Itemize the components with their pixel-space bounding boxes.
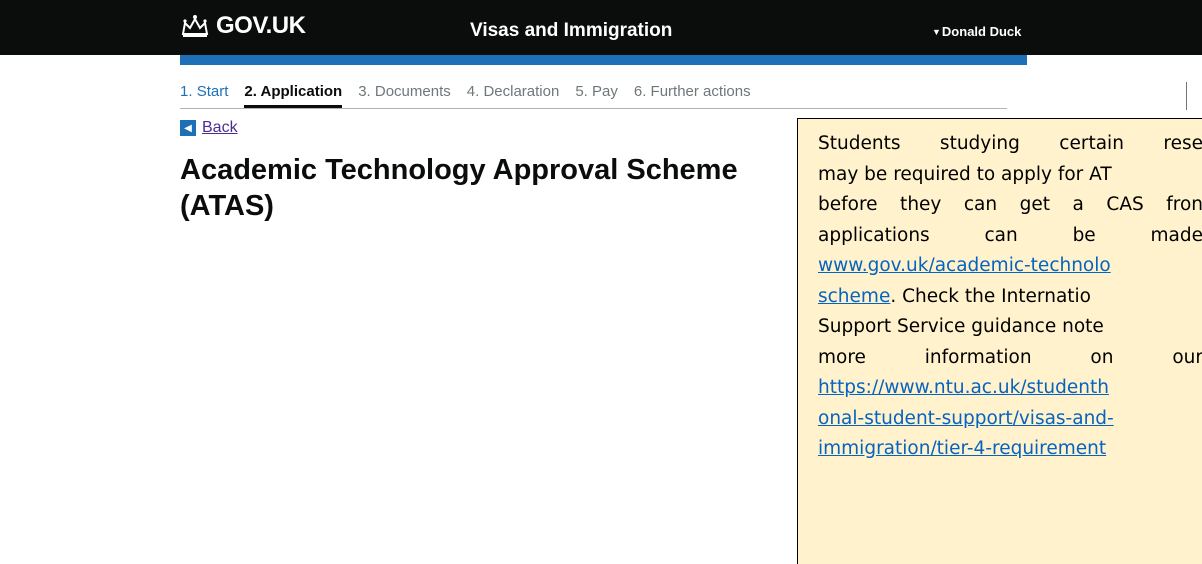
step-navigation: 1. Start 2. Application 3. Documents 4. … [180, 83, 767, 108]
caret-down-icon: ▼ [932, 26, 941, 37]
govuk-header: GOV.UK Visas and Immigration ▼ Donald Du… [0, 0, 1202, 55]
step-number: 1. [180, 83, 193, 100]
step-label: Start [196, 83, 229, 100]
step-documents: 3. Documents [358, 83, 451, 100]
note-link-gov-cont[interactable]: scheme [818, 286, 890, 307]
step-label: Pay [592, 83, 618, 100]
user-name: Donald Duck [941, 24, 1022, 39]
step-declaration: 4. Declaration [467, 83, 560, 100]
step-pay: 5. Pay [575, 83, 618, 100]
note-line: may be required to apply for AT [818, 163, 1112, 185]
step-further-actions: 6. Further actions [634, 83, 751, 100]
note-link-gov[interactable]: www.gov.uk/academic-technolo [818, 255, 1111, 276]
page-title-line1: Academic Technology Approval Scheme [180, 154, 738, 186]
page-title-line2: (ATAS) [180, 190, 274, 222]
note-line: more information on our [818, 346, 1202, 368]
step-label: Application [260, 83, 343, 100]
header-blue-bar [180, 55, 1027, 65]
step-label: Further actions [650, 83, 751, 100]
note-line: applications can be made [818, 224, 1202, 246]
step-number: 2. [244, 83, 257, 100]
note-line: . Check the Internatio [890, 285, 1091, 307]
note-link-ntu[interactable]: https://www.ntu.ac.uk/studenth [818, 377, 1109, 398]
step-application[interactable]: 2. Application [244, 83, 343, 108]
back-link[interactable]: ◀ Back [180, 119, 238, 137]
note-link-ntu-cont[interactable]: onal-student-support/visas-and- [818, 408, 1114, 429]
step-number: 3. [358, 83, 371, 100]
step-label: Documents [374, 83, 451, 100]
note-line: Students studying certain rese [818, 133, 1202, 154]
step-number: 4. [466, 83, 480, 100]
page: GOV.UK Visas and Immigration ▼ Donald Du… [0, 0, 1202, 564]
service-name[interactable]: Visas and Immigration [470, 20, 672, 42]
note-line: Support Service guidance note [818, 316, 1104, 337]
logo-text: GOV.UK [216, 12, 306, 39]
annotation-comment-box: Students studying certain rese may be re… [797, 118, 1202, 564]
step-start[interactable]: 1. Start [180, 83, 228, 100]
step-number: 6. [633, 83, 647, 100]
note-line: before they can get a CAS fron [818, 194, 1202, 215]
scrollbar-edge [1186, 82, 1187, 110]
page-title: Academic Technology Approval Scheme (ATA… [180, 152, 790, 224]
step-divider [180, 108, 1007, 109]
left-arrow-icon: ◀ [180, 120, 196, 136]
user-menu[interactable]: ▼ Donald Duck [932, 24, 1021, 39]
crown-icon [181, 15, 209, 37]
note-link-ntu-cont2[interactable]: immigration/tier-4-requirement [818, 438, 1106, 459]
back-link-label[interactable]: Back [202, 119, 238, 137]
step-number: 5. [575, 83, 588, 100]
govuk-logo[interactable]: GOV.UK [180, 12, 306, 40]
step-label: Declaration [483, 83, 560, 100]
